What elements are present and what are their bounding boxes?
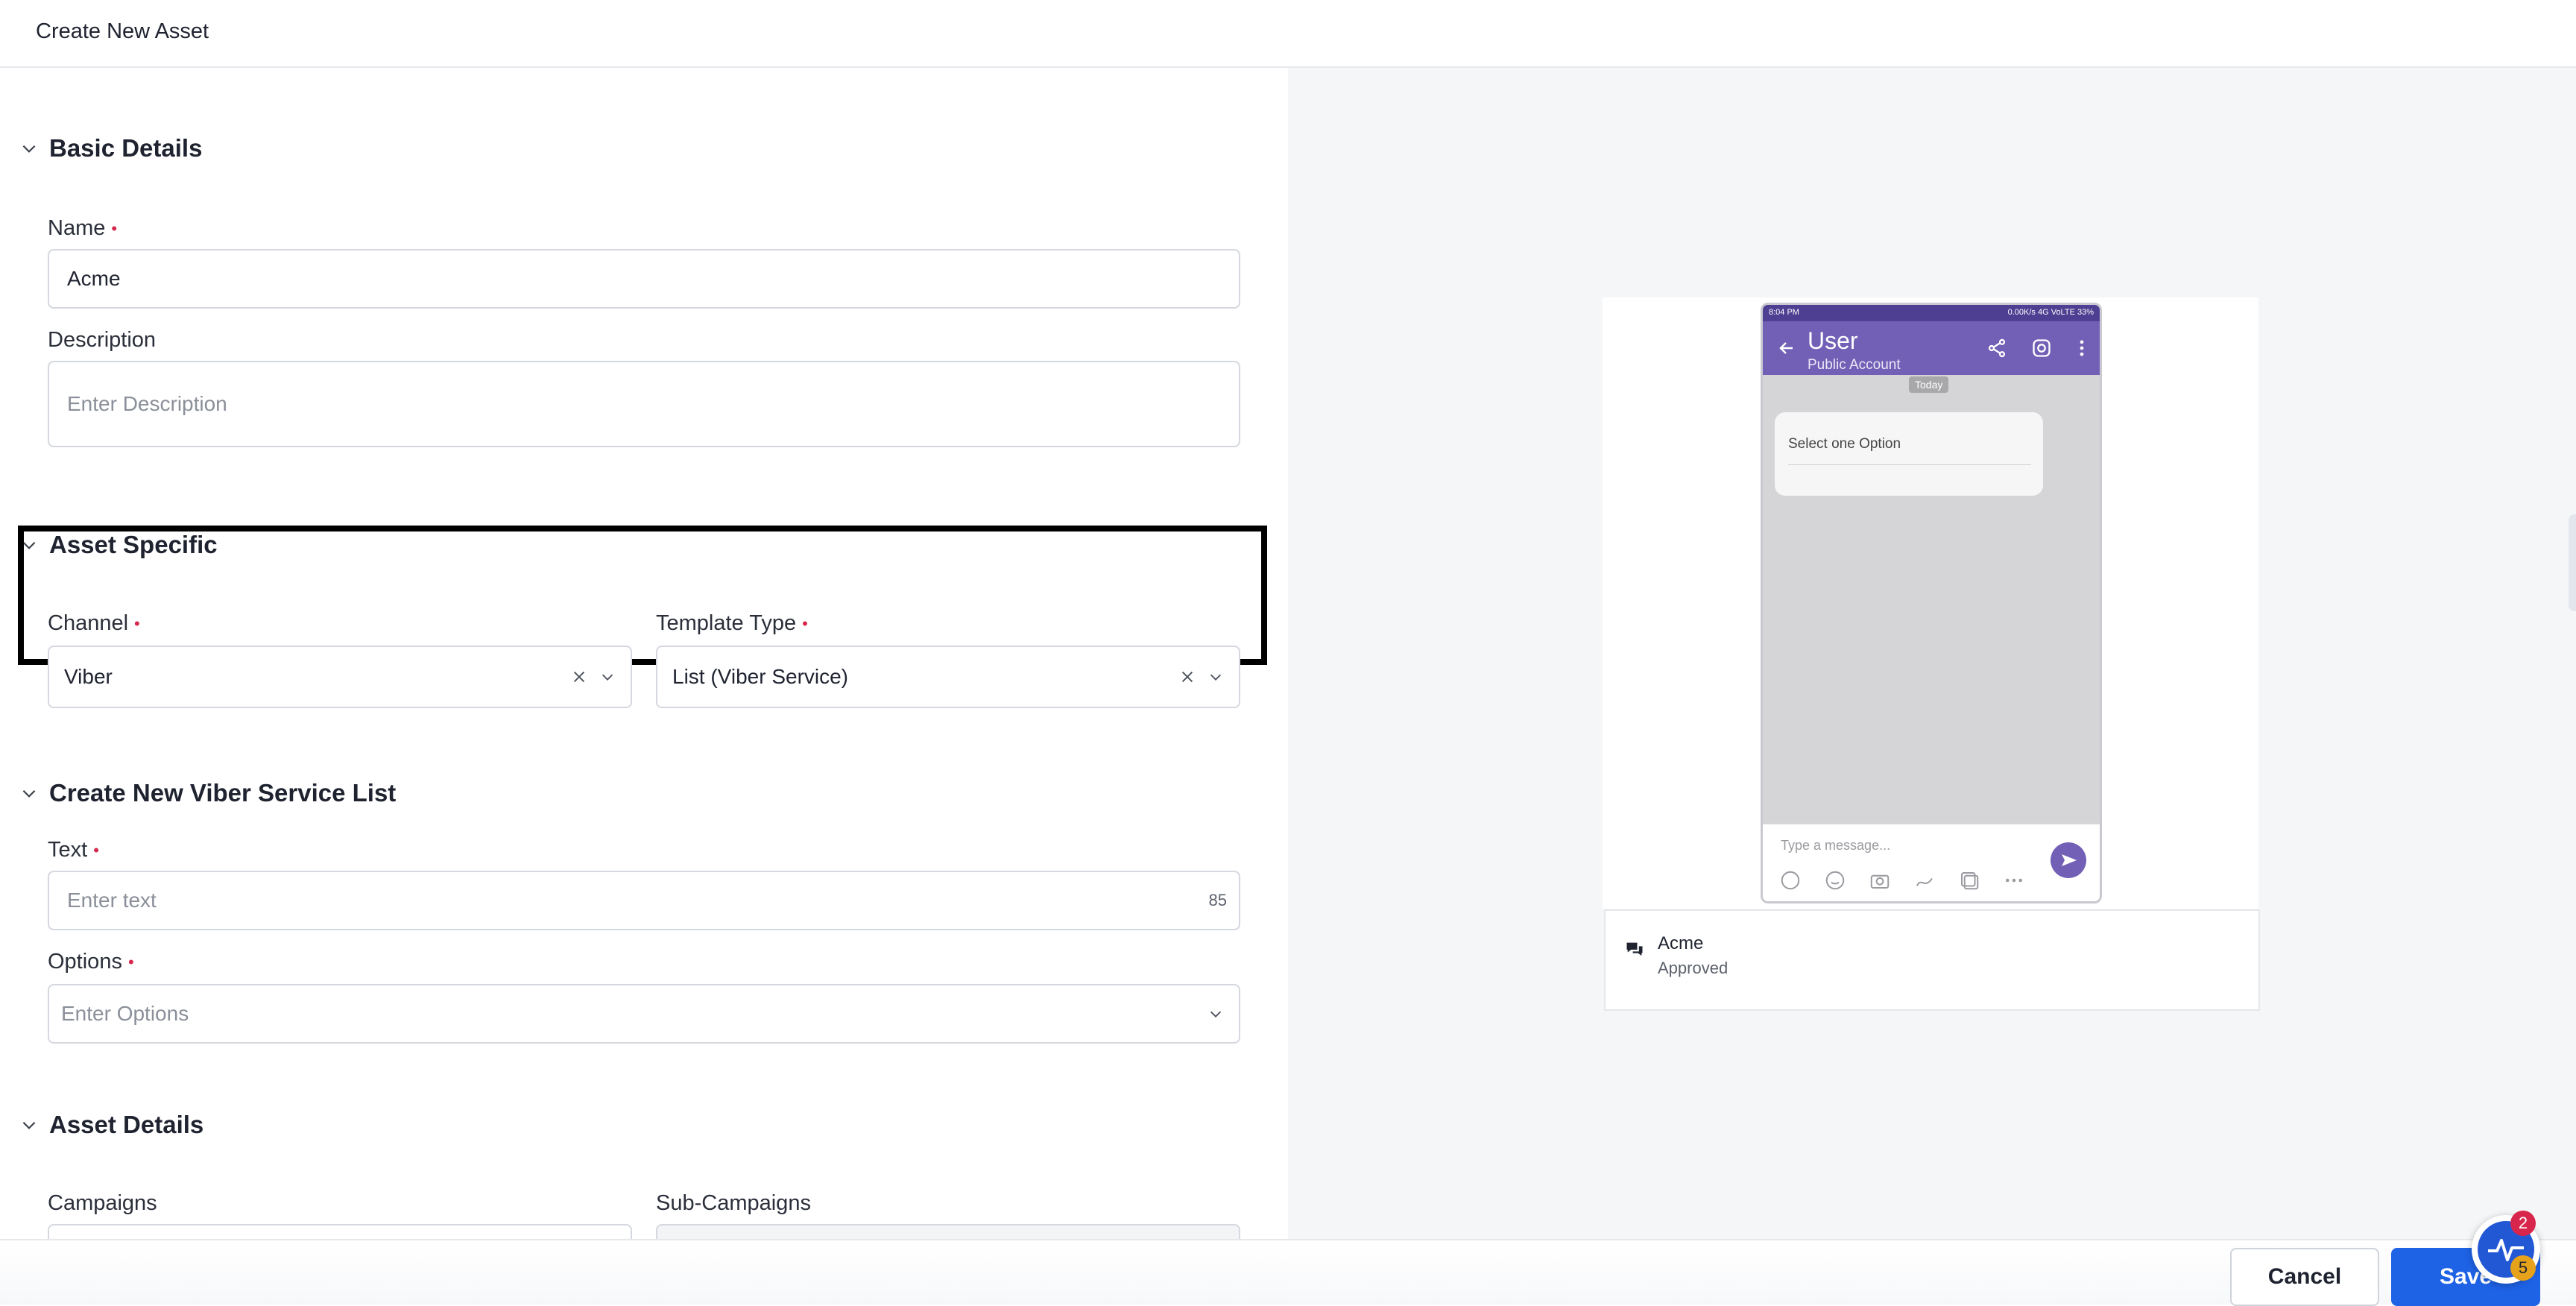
bubble-text: Select one Option xyxy=(1788,436,1901,452)
chat-user-subtitle: Public Account xyxy=(1808,357,1901,373)
campaigns-label: Campaigns xyxy=(48,1191,157,1215)
more-vertical-icon xyxy=(2080,340,2084,356)
side-panel-handle[interactable] xyxy=(2569,514,2576,611)
message-bubble: Select one Option xyxy=(1775,412,2043,496)
composer-placeholder: Type a message... xyxy=(1781,838,1891,853)
send-icon xyxy=(2051,842,2086,878)
channel-select[interactable]: Viber xyxy=(48,646,632,708)
share-icon xyxy=(1988,338,2006,358)
back-arrow-icon xyxy=(1779,342,1793,354)
viber-app-bar: User Public Account xyxy=(1763,321,2100,375)
pending-badge: 5 xyxy=(2510,1255,2536,1281)
section-viber-list[interactable]: Create New Viber Service List xyxy=(19,779,396,807)
sub-campaigns-label: Sub-Campaigns xyxy=(656,1191,811,1215)
template-type-select[interactable]: List (Viber Service) xyxy=(656,646,1240,708)
highlight-box xyxy=(18,526,1267,665)
footer-bar: Cancel Save xyxy=(0,1239,2576,1306)
status-time: 8:04 PM xyxy=(1769,308,1799,317)
options-label: Options • xyxy=(48,950,134,974)
required-indicator: • xyxy=(134,614,140,634)
cancel-button[interactable]: Cancel xyxy=(2230,1248,2379,1306)
section-title: Create New Viber Service List xyxy=(49,779,397,807)
chevron-down-icon xyxy=(22,145,36,153)
description-label: Description xyxy=(48,328,157,352)
phone-status-bar: 8:04 PM 0.00K/s 4G VoLTE 33% xyxy=(1763,305,2100,321)
clear-icon[interactable] xyxy=(571,669,587,685)
required-indicator: • xyxy=(802,614,808,634)
phone-preview: 8:04 PM 0.00K/s 4G VoLTE 33% User Public… xyxy=(1761,303,2102,903)
emoji-icon xyxy=(1825,871,1845,890)
char-counter: 85 xyxy=(1208,891,1227,909)
name-label: Name • xyxy=(48,216,118,240)
required-indicator: • xyxy=(111,219,118,239)
description-textarea[interactable]: Enter Description xyxy=(48,361,1240,447)
camera-icon xyxy=(1870,874,1890,889)
more-horizontal-icon xyxy=(2006,878,2022,883)
viber-logo-icon xyxy=(2033,339,2051,357)
name-input[interactable]: Acme xyxy=(48,249,1240,309)
template-type-label: Template Type • xyxy=(656,611,808,635)
section-title: Basic Details xyxy=(49,134,203,162)
notification-badge: 2 xyxy=(2510,1211,2536,1236)
chevron-down-icon xyxy=(22,789,36,798)
page-header: Create New Asset xyxy=(0,0,2576,68)
section-asset-details[interactable]: Asset Details xyxy=(19,1111,203,1139)
chevron-down-icon[interactable] xyxy=(1208,669,1224,685)
options-select[interactable]: Enter Options xyxy=(48,984,1240,1044)
chevron-down-icon xyxy=(22,1121,36,1129)
section-title: Asset Details xyxy=(49,1111,204,1138)
chevron-down-icon[interactable] xyxy=(599,669,616,685)
text-input[interactable]: Enter text 85 xyxy=(48,871,1240,930)
chat-user-name: User xyxy=(1808,327,1858,354)
doodle-icon xyxy=(1916,877,1933,886)
status-indicators: 0.00K/s 4G VoLTE 33% xyxy=(2007,308,2094,317)
page-title: Create New Asset xyxy=(36,19,209,43)
clear-icon[interactable] xyxy=(1179,669,1196,685)
gallery-icon xyxy=(1961,872,1979,890)
asset-status: Approved xyxy=(1658,959,1729,977)
asset-name: Acme xyxy=(1658,933,1704,953)
message-composer: Type a message... xyxy=(1763,824,2100,901)
channel-label: Channel • xyxy=(48,611,140,635)
required-indicator: • xyxy=(127,953,134,972)
bubble-divider xyxy=(1788,464,2031,465)
text-label: Text • xyxy=(48,838,99,862)
section-basic-details[interactable]: Basic Details xyxy=(19,134,202,163)
chat-bubbles-icon xyxy=(1626,942,1643,956)
date-separator: Today xyxy=(1909,376,1949,393)
required-indicator: • xyxy=(93,841,99,860)
chevron-down-icon[interactable] xyxy=(1208,1006,1224,1022)
asset-summary-card: Acme Approved xyxy=(1604,909,2260,1011)
sticker-icon xyxy=(1781,871,1800,890)
